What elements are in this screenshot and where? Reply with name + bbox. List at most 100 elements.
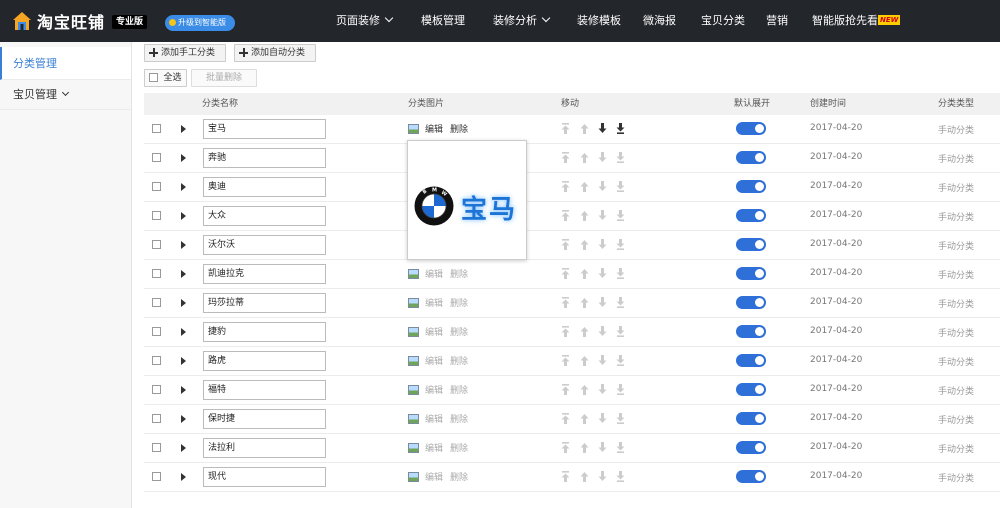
- move-to-bottom-icon[interactable]: [616, 442, 625, 453]
- move-up-icon[interactable]: [580, 123, 589, 134]
- edit-image-link[interactable]: 编辑: [425, 470, 443, 483]
- expand-arrow-icon[interactable]: [181, 415, 186, 423]
- move-down-icon[interactable]: [598, 297, 607, 308]
- move-down-icon[interactable]: [598, 268, 607, 279]
- move-up-icon[interactable]: [580, 384, 589, 395]
- row-checkbox[interactable]: [152, 385, 161, 394]
- nav-micro-poster[interactable]: 微海报: [643, 0, 676, 42]
- row-checkbox[interactable]: [152, 240, 161, 249]
- row-checkbox[interactable]: [152, 211, 161, 220]
- expand-arrow-icon[interactable]: [181, 444, 186, 452]
- nav-page-decoration[interactable]: 页面装修: [336, 0, 394, 42]
- move-to-top-icon[interactable]: [561, 326, 570, 337]
- move-to-top-icon[interactable]: [561, 123, 570, 134]
- move-down-icon[interactable]: [598, 123, 607, 134]
- move-to-bottom-icon[interactable]: [616, 471, 625, 482]
- nav-template-management[interactable]: 模板管理: [421, 0, 465, 42]
- category-name-input[interactable]: 福特: [203, 380, 326, 400]
- category-name-input[interactable]: 大众: [203, 206, 326, 226]
- move-up-icon[interactable]: [580, 413, 589, 424]
- row-checkbox[interactable]: [152, 327, 161, 336]
- expand-default-toggle[interactable]: [736, 383, 766, 396]
- edit-image-link[interactable]: 编辑: [425, 296, 443, 309]
- move-to-top-icon[interactable]: [561, 384, 570, 395]
- move-up-icon[interactable]: [580, 297, 589, 308]
- delete-image-link[interactable]: 删除: [450, 470, 468, 483]
- expand-default-toggle[interactable]: [736, 267, 766, 280]
- expand-arrow-icon[interactable]: [181, 270, 186, 278]
- move-to-bottom-icon[interactable]: [616, 123, 625, 134]
- nav-marketing[interactable]: 营销: [766, 0, 788, 42]
- select-all-button[interactable]: 全选: [144, 69, 187, 87]
- move-up-icon[interactable]: [580, 355, 589, 366]
- move-to-top-icon[interactable]: [561, 152, 570, 163]
- add-manual-category-button[interactable]: 添加手工分类: [144, 44, 226, 62]
- move-to-top-icon[interactable]: [561, 268, 570, 279]
- select-all-checkbox[interactable]: [149, 73, 158, 82]
- move-to-bottom-icon[interactable]: [616, 239, 625, 250]
- move-down-icon[interactable]: [598, 181, 607, 192]
- expand-arrow-icon[interactable]: [181, 328, 186, 336]
- row-checkbox[interactable]: [152, 443, 161, 452]
- move-to-top-icon[interactable]: [561, 297, 570, 308]
- batch-delete-button[interactable]: 批量删除: [191, 69, 257, 87]
- sidebar-item-category-management[interactable]: 分类管理: [0, 47, 131, 80]
- expand-arrow-icon[interactable]: [181, 386, 186, 394]
- row-checkbox[interactable]: [152, 414, 161, 423]
- category-name-input[interactable]: 宝马: [203, 119, 326, 139]
- move-down-icon[interactable]: [598, 239, 607, 250]
- move-down-icon[interactable]: [598, 384, 607, 395]
- move-up-icon[interactable]: [580, 442, 589, 453]
- expand-default-toggle[interactable]: [736, 354, 766, 367]
- nav-smart-preview[interactable]: 智能版抢先看: [812, 0, 878, 42]
- logo[interactable]: 淘宝旺铺: [12, 10, 105, 32]
- nav-item-categories[interactable]: 宝贝分类: [701, 0, 745, 42]
- edit-image-link[interactable]: 编辑: [425, 267, 443, 280]
- edit-image-link[interactable]: 编辑: [425, 383, 443, 396]
- move-down-icon[interactable]: [598, 442, 607, 453]
- expand-default-toggle[interactable]: [736, 122, 766, 135]
- move-down-icon[interactable]: [598, 471, 607, 482]
- row-checkbox[interactable]: [152, 356, 161, 365]
- expand-default-toggle[interactable]: [736, 412, 766, 425]
- delete-image-link[interactable]: 删除: [450, 122, 468, 135]
- category-name-input[interactable]: 保时捷: [203, 409, 326, 429]
- row-checkbox[interactable]: [152, 298, 161, 307]
- move-to-top-icon[interactable]: [561, 442, 570, 453]
- move-down-icon[interactable]: [598, 210, 607, 221]
- move-to-top-icon[interactable]: [561, 355, 570, 366]
- row-checkbox[interactable]: [152, 124, 161, 133]
- move-to-bottom-icon[interactable]: [616, 355, 625, 366]
- move-to-top-icon[interactable]: [561, 239, 570, 250]
- expand-arrow-icon[interactable]: [181, 154, 186, 162]
- add-auto-category-button[interactable]: 添加自动分类: [234, 44, 316, 62]
- category-name-input[interactable]: 路虎: [203, 351, 326, 371]
- expand-arrow-icon[interactable]: [181, 212, 186, 220]
- category-name-input[interactable]: 捷豹: [203, 322, 326, 342]
- move-to-bottom-icon[interactable]: [616, 268, 625, 279]
- sidebar-item-product-management[interactable]: 宝贝管理: [0, 80, 131, 110]
- move-up-icon[interactable]: [580, 326, 589, 337]
- move-up-icon[interactable]: [580, 239, 589, 250]
- expand-default-toggle[interactable]: [736, 209, 766, 222]
- nav-decoration-templates[interactable]: 装修模板: [577, 0, 621, 42]
- row-checkbox[interactable]: [152, 269, 161, 278]
- expand-arrow-icon[interactable]: [181, 241, 186, 249]
- expand-default-toggle[interactable]: [736, 325, 766, 338]
- move-up-icon[interactable]: [580, 181, 589, 192]
- delete-image-link[interactable]: 删除: [450, 441, 468, 454]
- delete-image-link[interactable]: 删除: [450, 296, 468, 309]
- expand-default-toggle[interactable]: [736, 238, 766, 251]
- delete-image-link[interactable]: 删除: [450, 325, 468, 338]
- delete-image-link[interactable]: 删除: [450, 412, 468, 425]
- expand-arrow-icon[interactable]: [181, 299, 186, 307]
- expand-default-toggle[interactable]: [736, 441, 766, 454]
- expand-arrow-icon[interactable]: [181, 125, 186, 133]
- expand-arrow-icon[interactable]: [181, 357, 186, 365]
- category-name-input[interactable]: 现代: [203, 467, 326, 487]
- edit-image-link[interactable]: 编辑: [425, 441, 443, 454]
- move-down-icon[interactable]: [598, 326, 607, 337]
- expand-default-toggle[interactable]: [736, 470, 766, 483]
- nav-decoration-analysis[interactable]: 装修分析: [493, 0, 551, 42]
- expand-default-toggle[interactable]: [736, 180, 766, 193]
